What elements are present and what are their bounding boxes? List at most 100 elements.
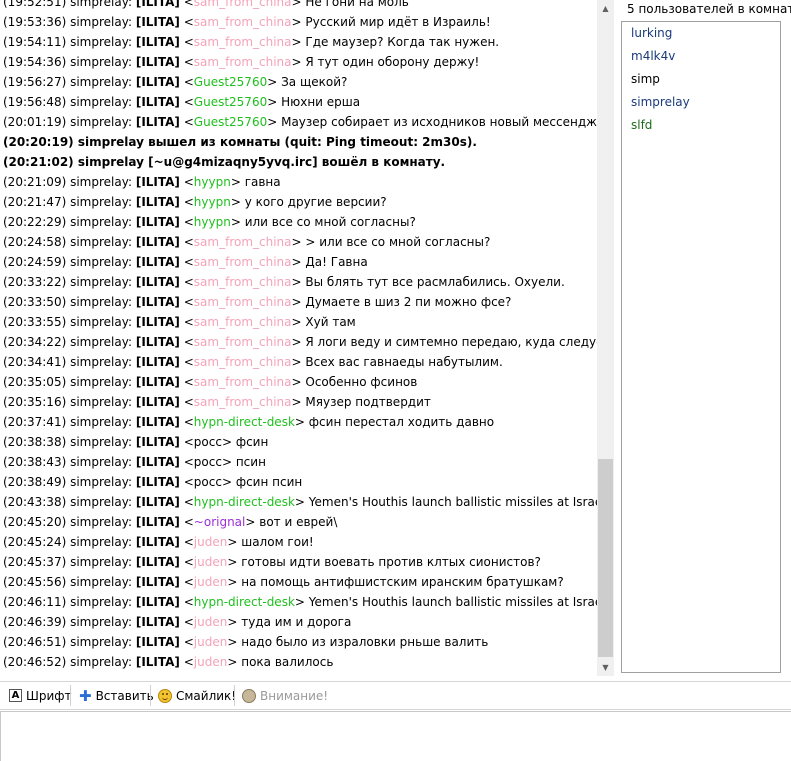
message-nick: juden (193, 555, 228, 569)
smiley-button[interactable]: Смайлик! (153, 682, 241, 709)
message-nick: juden (193, 575, 228, 589)
message-row: (19:54:36) simprelay: [ILITA] <sam_from_… (3, 55, 480, 69)
message-nick: sam_from_china (193, 335, 292, 349)
message-text: Думаете в шиз 2 пи можно фсе? (305, 295, 512, 309)
message-sender: simprelay: (70, 435, 132, 449)
message-nick: hyypn (193, 195, 231, 209)
message-row: (20:45:24) simprelay: [ILITA] <juden> ша… (3, 535, 314, 549)
message-channel: [ILITA] (135, 455, 180, 469)
message-nick: hyypn (193, 175, 231, 189)
message-row: (20:22:29) simprelay: [ILITA] <hyypn> ил… (3, 215, 416, 229)
message-channel: [ILITA] (135, 535, 180, 549)
message-timestamp: (20:34:41) (3, 355, 67, 369)
message-nick: sam_from_china (193, 255, 292, 269)
message-sender: simprelay: (70, 195, 132, 209)
scroll-up-arrow-icon[interactable]: ▲ (597, 0, 614, 17)
message-nick: sam_from_china (193, 315, 292, 329)
message-timestamp: (19:54:11) (3, 35, 67, 49)
message-timestamp: (20:21:47) (3, 195, 67, 209)
attention-button[interactable]: Внимание! (237, 682, 333, 709)
toolbar-divider (150, 685, 151, 706)
message-text: Yemen's Houthis launch ballistic missile… (308, 595, 597, 609)
message-timestamp: (20:45:20) (3, 515, 67, 529)
message-channel: [ILITA] (135, 75, 180, 89)
message-row: (19:52:51) simprelay: [ILITA] <sam_from_… (0, 0, 597, 12)
message-channel: [ILITA] (135, 335, 180, 349)
chat-scrollbar[interactable]: ▲ ▼ (597, 0, 614, 676)
message-timestamp: (20:21:09) (3, 175, 67, 189)
message-nick: sam_from_china (193, 0, 292, 9)
message-nick: росс (193, 435, 222, 449)
message-sender: simprelay: (70, 0, 132, 9)
message-row: (20:33:22) simprelay: [ILITA] <sam_from_… (3, 275, 565, 289)
message-timestamp: (20:45:24) (3, 535, 67, 549)
message-channel: [ILITA] (135, 375, 180, 389)
message-channel: [ILITA] (135, 15, 180, 29)
message-timestamp: (20:45:56) (3, 575, 67, 589)
user-list-item[interactable]: simprelay (622, 91, 780, 114)
message-text: гавна (244, 175, 281, 189)
users-count-header: 5 пользователей в комнате (627, 2, 791, 16)
message-channel: [ILITA] (135, 575, 180, 589)
message-channel: [ILITA] (135, 55, 180, 69)
message-nick: росс (193, 455, 222, 469)
message-text: За щекой? (281, 75, 348, 89)
message-row: (20:21:09) simprelay: [ILITA] <hyypn> га… (3, 175, 281, 189)
message-text: шалом гои! (241, 535, 314, 549)
message-sender: simprelay: (70, 475, 132, 489)
message-row: (19:54:11) simprelay: [ILITA] <sam_from_… (3, 35, 500, 49)
user-list-item[interactable]: m4lk4v (622, 45, 780, 68)
message-timestamp: (19:56:48) (3, 95, 67, 109)
message-sender: simprelay: (70, 615, 132, 629)
message-row: (20:46:11) simprelay: [ILITA] <hypn-dire… (0, 592, 597, 612)
insert-button[interactable]: ✚ Вставить (74, 682, 159, 709)
plus-icon: ✚ (79, 686, 92, 705)
user-list-item[interactable]: slfd (622, 114, 780, 137)
message-row: (20:34:22) simprelay: [ILITA] <sam_from_… (0, 332, 597, 352)
message-row: (19:53:36) simprelay: [ILITA] <sam_from_… (3, 15, 491, 29)
message-timestamp: (19:53:36) (3, 15, 67, 29)
message-sender: simprelay: (70, 295, 132, 309)
message-nick: juden (193, 635, 228, 649)
message-text: Не гони на моль (305, 0, 409, 9)
message-row: (20:45:37) simprelay: [ILITA] <juden> го… (3, 555, 541, 569)
message-input[interactable] (0, 711, 791, 761)
message-sender: simprelay: (70, 275, 132, 289)
user-list-item[interactable]: lurking (622, 22, 780, 45)
message-timestamp: (20:35:05) (3, 375, 67, 389)
attention-button-label: Внимание! (260, 688, 329, 703)
message-row: (20:46:52) simprelay: [ILITA] <juden> по… (3, 655, 334, 669)
message-row: (20:34:41) simprelay: [ILITA] <sam_from_… (3, 355, 503, 369)
message-row: (20:33:55) simprelay: [ILITA] <sam_from_… (3, 315, 356, 329)
message-timestamp: (20:38:49) (3, 475, 67, 489)
message-sender: simprelay: (70, 235, 132, 249)
message-row: (20:01:19) simprelay: [ILITA] <Guest2576… (0, 112, 597, 132)
message-text: фсин (235, 435, 269, 449)
message-text: Я логи веду и симтемно передаю, куда сле… (305, 335, 597, 349)
message-timestamp: (19:52:51) (3, 0, 67, 9)
font-button[interactable]: A Шрифт (4, 682, 77, 709)
message-sender: simprelay: (70, 375, 132, 389)
smiley-button-label: Смайлик! (176, 688, 237, 703)
message-timestamp: (20:46:51) (3, 635, 67, 649)
message-channel: [ILITA] (135, 595, 180, 609)
message-text: Я тут один оборону держу! (305, 55, 480, 69)
message-row: (20:33:50) simprelay: [ILITA] <sam_from_… (3, 295, 512, 309)
message-nick: sam_from_china (193, 275, 292, 289)
message-sender: simprelay: (70, 215, 132, 229)
toolbar-divider (70, 685, 71, 706)
scroll-down-arrow-icon[interactable]: ▼ (597, 659, 614, 676)
chat-log[interactable]: (19:52:51) simprelay: [ILITA] <sam_from_… (0, 0, 597, 676)
message-text: Маузер собирает из исходников новый месс… (281, 115, 597, 129)
message-text: у кого другие версии? (244, 195, 387, 209)
user-list-item[interactable]: simp (622, 68, 780, 91)
message-text: Где маузер? Когда так нужен. (305, 35, 500, 49)
message-timestamp: (20:43:38) (3, 495, 67, 509)
message-sender: simprelay: (70, 95, 132, 109)
message-nick: juden (193, 535, 228, 549)
message-list: (19:52:51) simprelay: [ILITA] <sam_from_… (0, 0, 597, 672)
scroll-thumb[interactable] (598, 459, 613, 657)
message-row: (20:38:49) simprelay: [ILITA] <росс> фси… (3, 475, 303, 489)
message-text: туда им и дорога (241, 615, 352, 629)
message-timestamp: (20:45:37) (3, 555, 67, 569)
